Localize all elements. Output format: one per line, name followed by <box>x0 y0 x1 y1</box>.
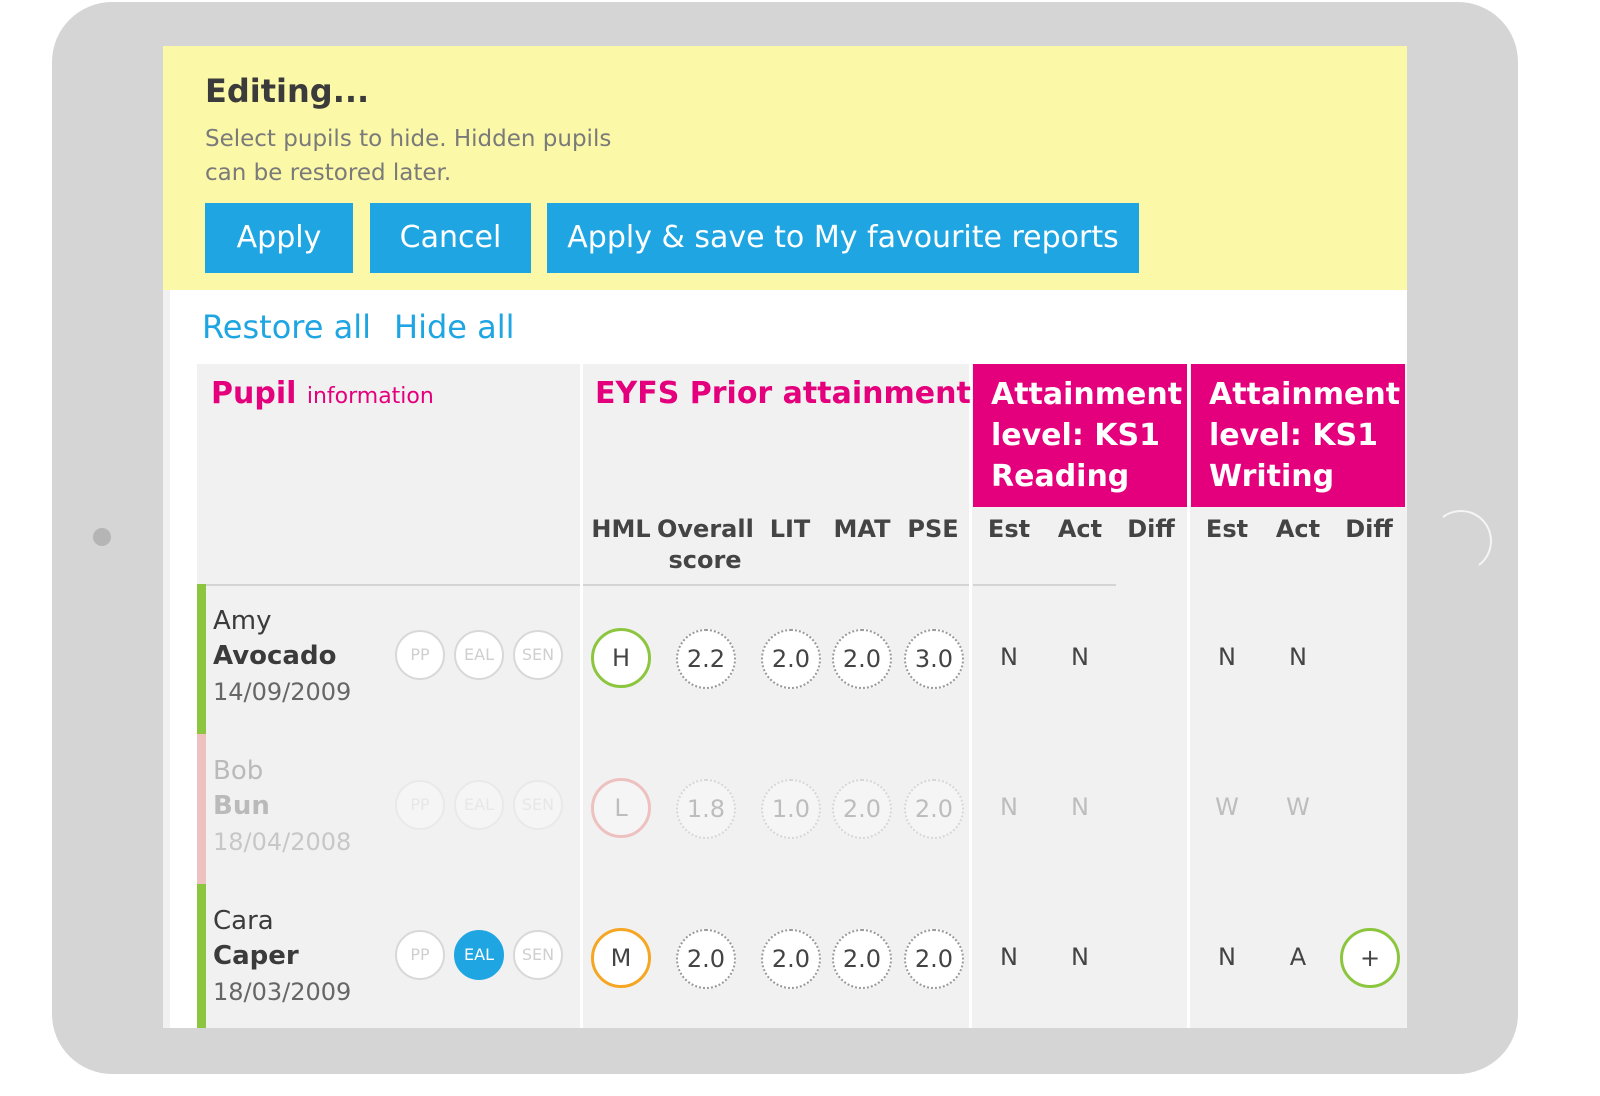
mat-score-circle: 2.0 <box>832 629 892 689</box>
pupil-dob: 14/09/2009 <box>213 678 352 706</box>
lit-score-circle: 2.0 <box>761 929 821 989</box>
editing-panel: Editing... Select pupils to hide. Hidden… <box>163 46 1407 290</box>
subheader-writing-est: Est <box>1205 515 1249 543</box>
sen-badge[interactable]: SEN <box>513 930 563 980</box>
eal-badge[interactable]: EAL <box>454 780 504 830</box>
mat-score-circle: 2.0 <box>832 779 892 839</box>
pupil-first-name: Amy <box>213 606 272 636</box>
pupil-information-header: Pupil information <box>211 376 434 411</box>
header-divider <box>583 584 969 586</box>
writing-act: W <box>1286 793 1310 821</box>
sen-badge[interactable]: SEN <box>513 630 563 680</box>
add-target-button[interactable]: + <box>1340 928 1400 988</box>
pupil-first-name: Cara <box>213 906 274 936</box>
hml-circle: L <box>591 778 651 838</box>
writing-act: A <box>1289 943 1307 971</box>
restore-all-link[interactable]: Restore all <box>202 308 371 346</box>
reading-act: N <box>1071 793 1089 821</box>
editing-title: Editing... <box>205 72 370 110</box>
writing-est: N <box>1218 643 1236 671</box>
reading-est: N <box>1000 643 1018 671</box>
lit-score-circle: 1.0 <box>761 779 821 839</box>
apply-save-favourites-button[interactable]: Apply & save to My favourite reports <box>547 203 1139 273</box>
pp-badge[interactable]: PP <box>395 630 445 680</box>
pp-badge[interactable]: PP <box>395 930 445 980</box>
ks1-reading-header: Attainment level: KS1 Reading <box>973 364 1187 507</box>
subheader-reading-est: Est <box>987 515 1031 543</box>
apply-button[interactable]: Apply <box>205 203 353 273</box>
subheader-reading-act: Act <box>1057 515 1103 543</box>
pupil-last-name: Caper <box>213 941 299 971</box>
pse-score-circle: 3.0 <box>904 629 964 689</box>
pupil-dob: 18/04/2008 <box>213 828 352 856</box>
hml-circle: H <box>591 628 651 688</box>
header-divider <box>197 584 580 586</box>
reading-act: N <box>1071 943 1089 971</box>
writing-act: N <box>1289 643 1307 671</box>
writing-est: W <box>1215 793 1239 821</box>
column-divider <box>1187 364 1190 1028</box>
screen: Editing... Select pupils to hide. Hidden… <box>163 46 1407 1028</box>
column-divider <box>580 364 583 1028</box>
reading-est: N <box>1000 943 1018 971</box>
subheader-writing-act: Act <box>1275 515 1321 543</box>
eyfs-header: EYFS Prior attainment <box>595 376 971 411</box>
pse-score-circle: 2.0 <box>904 929 964 989</box>
pupil-header-subtitle: information <box>306 384 434 409</box>
ks1-writing-header: Attainment level: KS1 Writing <box>1191 364 1405 507</box>
header-divider <box>973 584 1116 586</box>
status-stripe <box>197 584 206 734</box>
hml-circle: M <box>591 928 651 988</box>
subheader-lit: LIT <box>769 515 811 543</box>
eal-badge[interactable]: EAL <box>454 930 504 980</box>
mat-score-circle: 2.0 <box>832 929 892 989</box>
cancel-button[interactable]: Cancel <box>370 203 531 273</box>
hide-all-link[interactable]: Hide all <box>394 308 515 346</box>
status-stripe <box>197 734 206 884</box>
subheader-pse: PSE <box>907 515 959 543</box>
reading-act: N <box>1071 643 1089 671</box>
overall-score-circle: 2.0 <box>676 929 736 989</box>
pupil-first-name: Bob <box>213 756 264 786</box>
writing-est: N <box>1218 943 1236 971</box>
pupil-last-name: Avocado <box>213 641 337 671</box>
reading-est: N <box>1000 793 1018 821</box>
column-divider <box>969 364 972 1028</box>
status-stripe <box>197 884 206 1028</box>
eal-badge[interactable]: EAL <box>454 630 504 680</box>
subheader-mat: MAT <box>833 515 891 543</box>
subheader-reading-diff: Diff <box>1127 515 1175 543</box>
pse-score-circle: 2.0 <box>904 779 964 839</box>
subheader-writing-diff: Diff <box>1345 515 1393 543</box>
pupil-last-name: Bun <box>213 791 270 821</box>
sen-badge[interactable]: SEN <box>513 780 563 830</box>
subheader-hml: HML <box>591 515 651 543</box>
pupil-header-title: Pupil <box>211 376 297 411</box>
pupil-dob: 18/03/2009 <box>213 978 352 1006</box>
camera-dot <box>93 528 111 546</box>
lit-score-circle: 2.0 <box>761 629 821 689</box>
overall-score-circle: 1.8 <box>676 779 736 839</box>
pp-badge[interactable]: PP <box>395 780 445 830</box>
overall-score-circle: 2.2 <box>676 629 736 689</box>
editing-description: Select pupils to hide. Hidden pupils can… <box>205 126 612 186</box>
subheader-overall-score: Overall score <box>657 515 754 574</box>
